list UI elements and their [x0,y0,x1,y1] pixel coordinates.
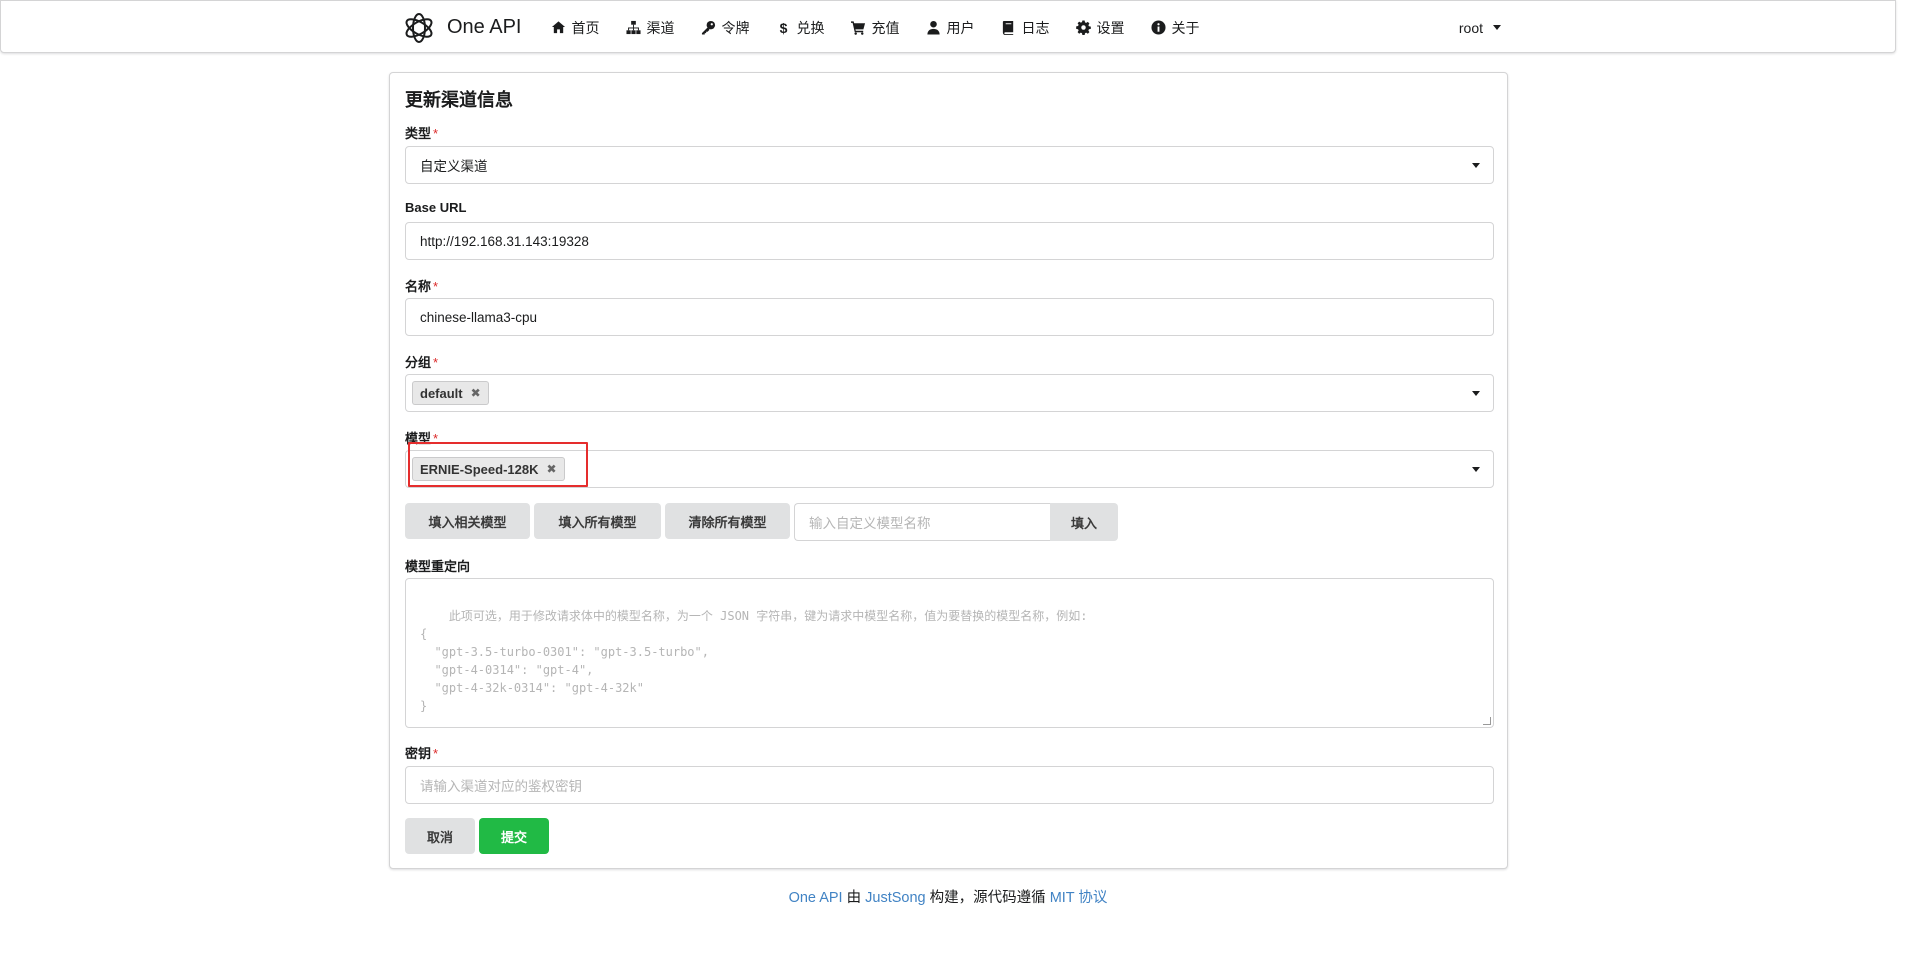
model-label: 模型 * [405,428,438,447]
delete-icon[interactable]: ✖ [546,462,556,476]
cart-icon [851,20,867,36]
required-mark: * [433,746,439,761]
key-label-text: 密钥 [405,746,432,761]
custom-model-input[interactable]: 输入自定义模型名称 [794,503,1050,541]
top-menu-container: One API 首页 渠道 令牌 $ 兑换 充值 用户 日志 设置 关于 roo… [401,1,1509,54]
fill-related-models-button[interactable]: 填入相关模型 [405,503,530,539]
cancel-button[interactable]: 取消 [405,818,475,854]
nav-item-label: 用户 [946,19,975,36]
submit-button[interactable]: 提交 [479,818,549,854]
footer-link-oneapi[interactable]: One API [789,890,843,906]
group-chip: default ✖ [412,381,489,405]
required-mark: * [433,431,439,446]
top-menu: One API 首页 渠道 令牌 $ 兑换 充值 用户 日志 设置 关于 roo… [0,0,1896,53]
caret-down-icon [1493,25,1501,30]
edit-channel-form: 更新渠道信息 类型 * 自定义渠道 Base URL http://192.168… [389,72,1508,869]
group-label: 分组 * [405,352,438,371]
type-label-text: 类型 [405,126,432,141]
name-label-text: 名称 [405,279,432,294]
clear-all-models-button[interactable]: 清除所有模型 [665,503,790,539]
home-icon [551,20,567,36]
openai-logo-icon [405,12,433,43]
brand-name: One API [447,16,522,38]
nav-item-about[interactable]: 关于 [1138,1,1213,54]
base-url-value: http://192.168.31.143:19328 [420,233,589,249]
group-label-text: 分组 [405,355,432,370]
footer-link-license[interactable]: MIT 协议 [1050,890,1108,906]
nav-item-channels[interactable]: 渠道 [613,1,688,54]
key-input[interactable]: 请输入渠道对应的鉴权密钥 [405,766,1494,804]
nav-item-settings[interactable]: 设置 [1063,1,1138,54]
model-redirect-textarea[interactable]: 此项可选，用于修改请求体中的模型名称，为一个 JSON 字符串，键为请求中模型名… [405,578,1494,728]
type-select-value: 自定义渠道 [420,159,488,174]
name-label: 名称 * [405,276,438,295]
key-label: 密钥 * [405,743,438,762]
model-redirect-placeholder: 此项可选，用于修改请求体中的模型名称，为一个 JSON 字符串，键为请求中模型名… [420,609,1088,713]
dropdown-icon [1472,391,1480,396]
page-title: 更新渠道信息 [405,90,513,110]
resize-handle[interactable] [1483,717,1491,725]
group-chip-label: default [420,385,463,401]
key-icon [701,20,717,36]
fill-all-models-button[interactable]: 填入所有模型 [534,503,661,539]
nav-item-label: 渠道 [646,19,675,36]
fill-custom-model-button[interactable]: 填入 [1050,503,1118,541]
dropdown-icon [1472,163,1480,168]
footer-text: 由 [842,890,866,906]
info-icon [1151,20,1167,36]
dollar-icon: $ [779,19,788,36]
required-mark: * [433,355,439,370]
base-url-input[interactable]: http://192.168.31.143:19328 [405,222,1494,260]
model-label-text: 模型 [405,431,432,446]
footer-text: 构建，源代码遵循 [925,890,1050,906]
nav-item-logs[interactable]: 日志 [988,1,1063,54]
nav-item-label: 设置 [1096,19,1125,36]
nav-item-label: 充值 [871,19,900,36]
name-value: chinese-llama3-cpu [420,309,538,325]
user-dropdown[interactable]: root [1451,1,1509,54]
nav-item-label: 关于 [1171,19,1200,36]
nav-item-home[interactable]: 首页 [538,1,613,54]
book-icon [1001,20,1017,36]
nav-item-tokens[interactable]: 令牌 [688,1,763,54]
nav-item-topup[interactable]: 充值 [838,1,913,54]
nav-item-label: 令牌 [721,19,750,36]
user-name: root [1458,19,1483,36]
user-icon [926,20,942,36]
required-mark: * [433,279,439,294]
footer: One API 由 JustSong 构建，源代码遵循 MIT 协议 [0,886,1896,907]
type-select[interactable]: 自定义渠道 [405,146,1494,184]
nav-item-label: 兑换 [796,19,825,36]
delete-icon[interactable]: ✖ [471,386,481,400]
model-redirect-label: 模型重定向 [405,559,471,574]
nav-item-redeem[interactable]: $ 兑换 [763,1,838,54]
type-label: 类型 * [405,123,438,142]
nav-item-users[interactable]: 用户 [913,1,988,54]
brand-link[interactable]: One API [401,1,538,54]
nav-item-label: 首页 [571,19,600,36]
sitemap-icon [626,20,642,36]
nav-item-label: 日志 [1021,19,1050,36]
key-placeholder: 请输入渠道对应的鉴权密钥 [420,779,582,794]
required-mark: * [433,126,439,141]
footer-link-author[interactable]: JustSong [865,890,925,906]
gear-icon [1076,20,1092,36]
name-input[interactable]: chinese-llama3-cpu [405,298,1494,336]
base-url-label: Base URL [405,200,467,215]
group-multiselect[interactable]: default ✖ [405,374,1494,412]
dropdown-icon [1472,467,1480,472]
model-chip: ERNIE-Speed-128K ✖ [412,457,565,481]
model-chip-label: ERNIE-Speed-128K [420,461,539,477]
custom-model-placeholder: 输入自定义模型名称 [809,516,931,531]
model-multiselect[interactable]: ERNIE-Speed-128K ✖ [405,450,1494,488]
